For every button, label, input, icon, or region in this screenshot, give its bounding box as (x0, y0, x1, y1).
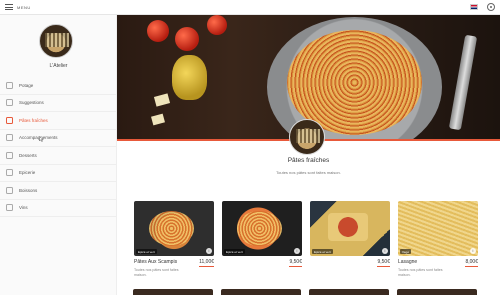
product-badge: Epicé et vert (224, 249, 245, 254)
info-icon[interactable]: i (382, 248, 388, 254)
sidebar-item-accompagnements[interactable]: Accompagnements (0, 130, 117, 147)
product-image[interactable]: Epicé et vert i (310, 201, 390, 256)
sidebar-item-label: Boissons (19, 187, 38, 193)
gear-icon[interactable] (487, 3, 495, 11)
pasta-icon (6, 116, 13, 124)
category-logo (289, 119, 325, 155)
hamburger-icon[interactable] (5, 4, 13, 10)
product-price: 11,00€ (199, 259, 214, 267)
product-card[interactable]: Epicé et vert i 9,50€ (310, 201, 390, 267)
product-image[interactable]: Epicé et vert i (222, 201, 302, 256)
top-bar: MENU (0, 0, 500, 15)
olive-oil-bottle-decor (172, 55, 207, 100)
cake-icon (6, 151, 13, 159)
sidebar-item-label: Vins (19, 205, 28, 211)
product-card[interactable]: Epicé et vert i 9,50€ (222, 201, 302, 267)
product-image-partial[interactable] (133, 289, 213, 295)
main-content: Pâtes fraîches Toutes nos pâtes sont fai… (117, 15, 500, 295)
tomato-decor (207, 15, 227, 35)
sidebar: L'Atelier Potage Suggestions Pâtes fraîc… (0, 15, 117, 295)
category-subtitle: Toutes nos pâtes sont faites maison. (276, 170, 341, 175)
star-icon (6, 99, 13, 107)
restaurant-logo[interactable] (39, 24, 73, 58)
product-name: Lasagne (398, 259, 418, 265)
topbar-actions (470, 3, 495, 11)
sidebar-item-desserts[interactable]: Desserts (0, 147, 117, 165)
product-image-partial[interactable] (221, 289, 301, 295)
mouse-cursor-icon (39, 136, 44, 142)
sidebar-item-label: Potage (19, 82, 34, 88)
pot-icon (6, 81, 13, 89)
product-card[interactable]: Végé i Lasagne 8,00€ Toutes nos pâtes so… (398, 201, 478, 277)
uk-flag-icon[interactable] (470, 4, 478, 10)
sidebar-item-potage[interactable]: Potage (0, 77, 117, 95)
info-icon[interactable]: i (470, 248, 476, 254)
product-price: 9,50€ (377, 259, 390, 267)
fork-decor (448, 34, 478, 131)
sidebar-item-label: Desserts (19, 152, 37, 158)
cheese-decor (153, 93, 171, 107)
category-nav: Potage Suggestions Pâtes fraîches Accomp… (0, 77, 117, 217)
product-image-partial[interactable] (309, 289, 389, 295)
sidebar-item-label: Epicerie (19, 170, 36, 176)
tomato-decor (175, 27, 199, 51)
next-product-row (133, 289, 483, 295)
product-image[interactable]: Végé i (398, 201, 478, 256)
restaurant-name: L'Atelier (49, 63, 68, 69)
sidebar-item-epicerie[interactable]: Epicerie (0, 165, 117, 182)
product-badge: Epicé et vert (136, 249, 157, 254)
cheese-decor (151, 113, 165, 126)
product-price: 8,00€ (465, 259, 478, 267)
sidebar-item-vins[interactable]: Vins (0, 200, 117, 217)
plate-icon (6, 134, 13, 142)
basket-icon (6, 169, 13, 177)
menu-label[interactable]: MENU (17, 5, 31, 10)
product-description: Toutes nos pâtes sont faites maison. (134, 268, 179, 277)
sidebar-item-label: Suggestions (19, 100, 44, 106)
info-icon[interactable]: i (206, 248, 212, 254)
tomato-decor (147, 20, 169, 42)
sidebar-item-label: Pâtes fraîches (19, 117, 48, 123)
product-image[interactable]: Epicé et vert i (134, 201, 214, 256)
product-grid: Epicé et vert i Pâtes Aux Scampis 11,00€… (134, 201, 484, 295)
product-name: Pâtes Aux Scampis (134, 259, 178, 265)
product-badge: Végé (400, 249, 412, 254)
wine-icon (6, 204, 13, 212)
product-badge: Epicé et vert (312, 249, 333, 254)
sidebar-item-boissons[interactable]: Boissons (0, 182, 117, 200)
category-title: Pâtes fraîches (287, 157, 330, 164)
product-image-partial[interactable] (397, 289, 477, 295)
product-card[interactable]: Epicé et vert i Pâtes Aux Scampis 11,00€… (134, 201, 214, 277)
product-description: Toutes nos pâtes sont faites maison. (398, 268, 443, 277)
sidebar-item-suggestions[interactable]: Suggestions (0, 95, 117, 112)
product-price: 9,50€ (289, 259, 302, 267)
info-icon[interactable]: i (294, 248, 300, 254)
sidebar-item-pates-fraiches[interactable]: Pâtes fraîches (0, 112, 117, 130)
bottle-icon (6, 186, 13, 194)
